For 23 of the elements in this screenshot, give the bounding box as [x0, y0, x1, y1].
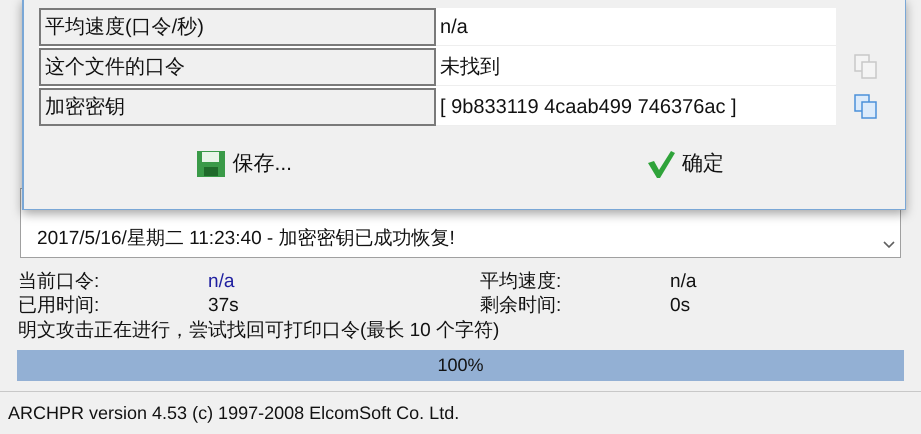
ok-button[interactable]: 确定 [642, 144, 728, 184]
stat-value: 37s [208, 294, 240, 318]
stat-label: 已用时间: [18, 294, 100, 318]
table-cell: 这个文件的口令 [39, 48, 436, 86]
stat-value: n/a [208, 270, 236, 294]
log-line: 2017/5/16/星期二 11:23:40 - 加密密钥已成功恢复! [37, 227, 456, 251]
checkmark-icon [646, 149, 676, 179]
table-cell: n/a [436, 8, 836, 46]
table-cell: [ 9b833119 4caab499 746376ac ] [436, 88, 836, 126]
table-cell: 加密密钥 [39, 88, 436, 126]
table-cell: 平均速度(口令/秒) [39, 8, 436, 46]
stat-label: 平均速度: [480, 270, 562, 294]
copy-icon[interactable] [854, 94, 878, 120]
stat-value: 0s [670, 294, 692, 318]
status-text: 明文攻击正在进行，尝试找回可打印口令(最长 10 个字符) [17, 319, 500, 343]
progress-label: 100% [436, 354, 485, 377]
save-button[interactable]: 保存... [192, 144, 296, 184]
table-cell: 未找到 [436, 48, 836, 86]
stat-value: n/a [670, 270, 698, 294]
scroll-down-icon[interactable] [883, 241, 895, 249]
stat-label: 剩余时间: [480, 294, 562, 318]
stat-label: 当前口令: [18, 270, 100, 294]
status-bar-text: ARCHPR version 4.53 (c) 1997-2008 ElcomSoft Co. Ltd. [8, 402, 460, 425]
